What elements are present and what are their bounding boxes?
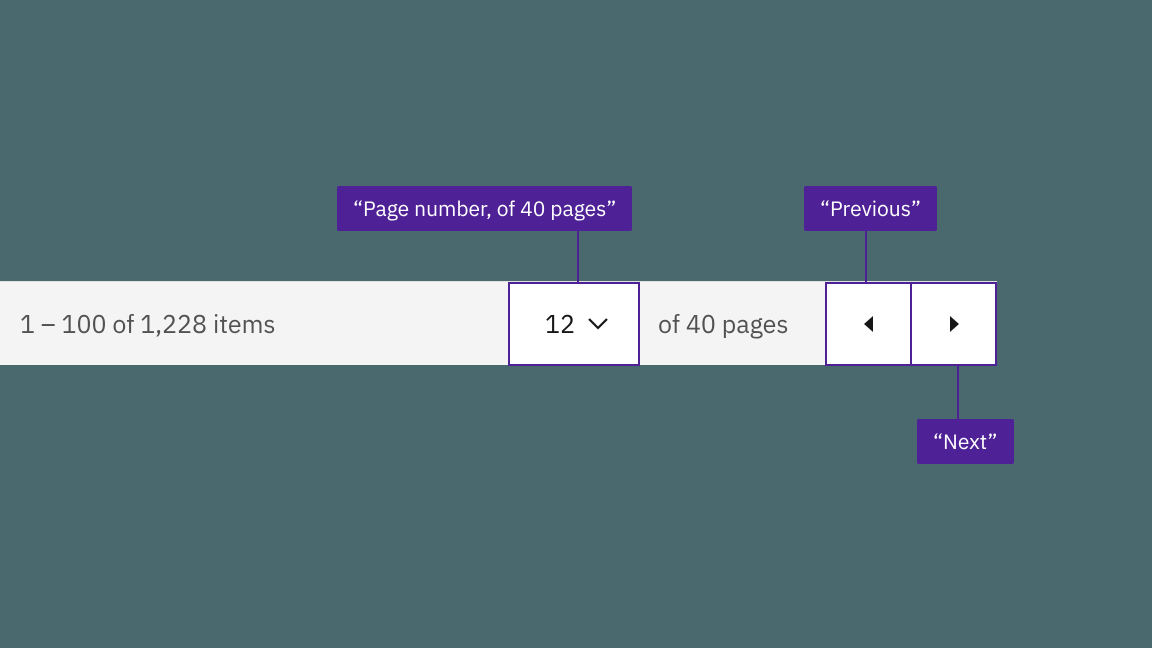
- annotation-previous: “Previous”: [804, 186, 937, 231]
- annotation-next: “Next”: [917, 419, 1014, 464]
- items-summary: 1 – 100 of 1,228 items: [0, 307, 508, 340]
- page-number-value: 12: [539, 307, 575, 340]
- next-page-button[interactable]: [910, 282, 997, 366]
- canvas: 1 – 100 of 1,228 items 12 of 40 pages: [0, 0, 1152, 648]
- annotation-page-number: “Page number, of 40 pages”: [337, 186, 632, 231]
- caret-left-icon: [862, 315, 876, 333]
- chevron-down-icon: [587, 317, 609, 331]
- caret-right-icon: [947, 315, 961, 333]
- previous-page-button[interactable]: [825, 282, 912, 366]
- pagination-bar: 1 – 100 of 1,228 items 12 of 40 pages: [0, 281, 997, 365]
- page-number-select[interactable]: 12: [508, 282, 640, 366]
- of-pages-label: of 40 pages: [640, 307, 825, 340]
